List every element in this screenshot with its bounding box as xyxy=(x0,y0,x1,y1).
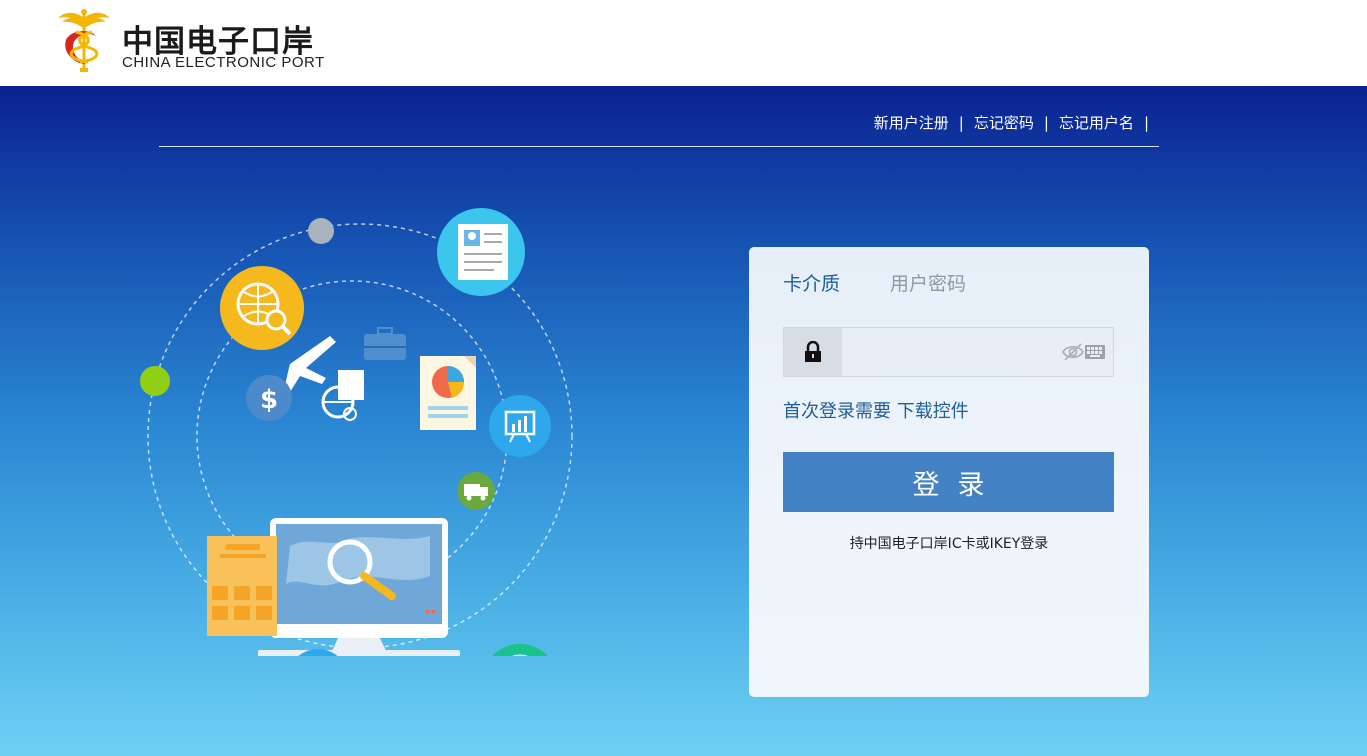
airplane-icon xyxy=(284,336,336,392)
lock-icon xyxy=(805,341,821,362)
globe-document-icon xyxy=(321,370,364,421)
top-links: 新用户注册 | 忘记密码 | 忘记用户名 | xyxy=(874,112,1159,133)
logo-title-en: CHINA ELECTRONIC PORT xyxy=(122,54,325,71)
truck-icon xyxy=(457,472,495,510)
profile-document-icon xyxy=(437,208,525,296)
chart-board-icon xyxy=(489,395,551,457)
header-divider xyxy=(159,146,1159,147)
link-separator: | xyxy=(1143,113,1149,132)
building-icon xyxy=(207,536,277,636)
svg-text:$: $ xyxy=(260,385,278,415)
briefcase-icon xyxy=(364,327,406,360)
password-field xyxy=(783,327,1114,377)
dot-grey xyxy=(308,218,334,244)
logo[interactable]: 中国电子口岸 CHINA ELECTRONIC PORT xyxy=(56,6,336,78)
plugin-notice-text: 首次登录需要 xyxy=(783,401,891,422)
dot-green xyxy=(140,366,170,396)
customs-emblem-icon xyxy=(58,9,110,72)
login-tabs: 卡介质 用户密码 xyxy=(783,269,1016,296)
tab-user-password[interactable]: 用户密码 xyxy=(890,269,966,296)
password-input[interactable] xyxy=(842,328,1052,376)
dollar-icon: $ xyxy=(246,375,292,421)
pie-report-icon xyxy=(420,356,476,430)
download-plugin-link[interactable]: 下载控件 xyxy=(897,401,969,422)
register-link[interactable]: 新用户注册 xyxy=(874,112,949,133)
main-area: 新用户注册 | 忘记密码 | 忘记用户名 | $ 卡介质 用户密码 首次登录需要… xyxy=(0,86,1367,756)
forgot-username-link[interactable]: 忘记用户名 xyxy=(1059,112,1134,133)
lock-cell xyxy=(784,328,842,376)
eye-hidden-icon[interactable] xyxy=(1062,342,1084,362)
login-button[interactable]: 登录 xyxy=(783,452,1114,512)
pie-chart-icon xyxy=(492,644,548,656)
monitor-icon xyxy=(258,518,460,656)
globe-search-icon xyxy=(220,266,304,350)
tab-card-media[interactable]: 卡介质 xyxy=(783,269,840,296)
header: 中国电子口岸 CHINA ELECTRONIC PORT xyxy=(0,0,1367,86)
link-separator: | xyxy=(958,113,964,132)
login-panel: 卡介质 用户密码 首次登录需要 下载控件 登录 持中国电子口岸IC卡或IKEY登… xyxy=(749,247,1149,697)
link-separator: | xyxy=(1043,113,1049,132)
plugin-notice: 首次登录需要 下载控件 xyxy=(783,397,969,423)
forgot-password-link[interactable]: 忘记密码 xyxy=(974,112,1034,133)
keyboard-icon[interactable] xyxy=(1084,344,1106,360)
trade-illustration: $ xyxy=(140,208,573,656)
login-hint: 持中国电子口岸IC卡或IKEY登录 xyxy=(849,536,1049,552)
